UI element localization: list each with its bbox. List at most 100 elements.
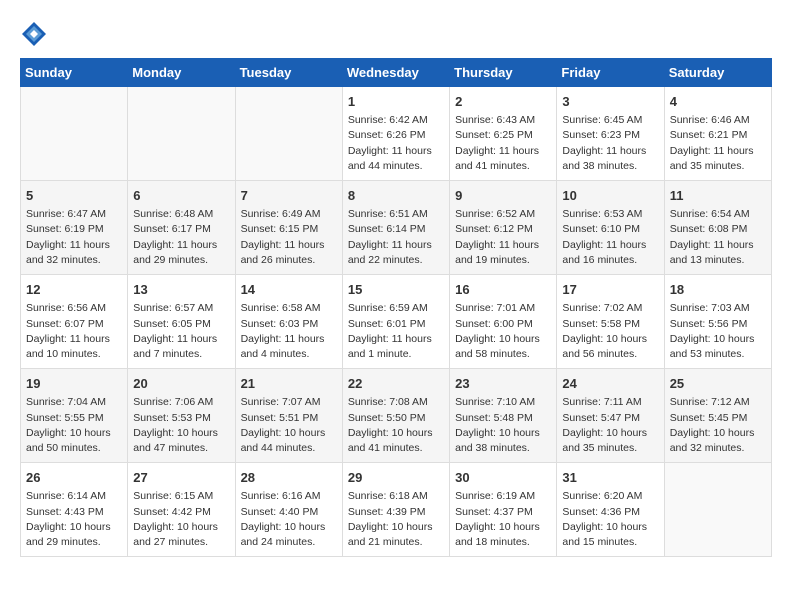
weekday-header-tuesday: Tuesday — [235, 59, 342, 87]
day-number: 6 — [133, 187, 229, 205]
day-info: Sunrise: 6:56 AM Sunset: 6:07 PM Dayligh… — [26, 301, 122, 362]
day-number: 25 — [670, 375, 766, 393]
day-number: 15 — [348, 281, 444, 299]
day-number: 28 — [241, 469, 337, 487]
day-number: 10 — [562, 187, 658, 205]
calendar-cell-3-1: 12 Sunrise: 6:56 AM Sunset: 6:07 PM Dayli… — [21, 275, 128, 369]
calendar-cell-2-3: 7 Sunrise: 6:49 AM Sunset: 6:15 PM Daylig… — [235, 181, 342, 275]
calendar-cell-4-3: 21 Sunrise: 7:07 AM Sunset: 5:51 PM Dayli… — [235, 369, 342, 463]
logo — [20, 20, 52, 48]
day-number: 18 — [670, 281, 766, 299]
page-header — [20, 20, 772, 48]
calendar-cell-5-7 — [664, 463, 771, 557]
day-info: Sunrise: 7:10 AM Sunset: 5:48 PM Dayligh… — [455, 395, 551, 456]
day-number: 31 — [562, 469, 658, 487]
day-number: 3 — [562, 93, 658, 111]
day-info: Sunrise: 6:48 AM Sunset: 6:17 PM Dayligh… — [133, 207, 229, 268]
day-info: Sunrise: 6:20 AM Sunset: 4:36 PM Dayligh… — [562, 489, 658, 550]
day-number: 8 — [348, 187, 444, 205]
day-number: 26 — [26, 469, 122, 487]
day-number: 11 — [670, 187, 766, 205]
day-info: Sunrise: 6:19 AM Sunset: 4:37 PM Dayligh… — [455, 489, 551, 550]
day-number: 21 — [241, 375, 337, 393]
day-info: Sunrise: 7:08 AM Sunset: 5:50 PM Dayligh… — [348, 395, 444, 456]
weekday-header-friday: Friday — [557, 59, 664, 87]
day-info: Sunrise: 7:01 AM Sunset: 6:00 PM Dayligh… — [455, 301, 551, 362]
day-number: 2 — [455, 93, 551, 111]
calendar-cell-4-5: 23Sunrise: 7:10 AM Sunset: 5:48 PM Dayli… — [450, 369, 557, 463]
day-info: Sunrise: 6:59 AM Sunset: 6:01 PM Dayligh… — [348, 301, 444, 362]
calendar-week-3: 12 Sunrise: 6:56 AM Sunset: 6:07 PM Dayli… — [21, 275, 772, 369]
day-number: 13 — [133, 281, 229, 299]
day-number: 19 — [26, 375, 122, 393]
calendar-cell-3-4: 15 Sunrise: 6:59 AM Sunset: 6:01 PM Dayli… — [342, 275, 449, 369]
calendar-week-2: 5 Sunrise: 6:47 AM Sunset: 6:19 PM Daylig… — [21, 181, 772, 275]
calendar-cell-3-7: 18 Sunrise: 7:03 AM Sunset: 5:56 PM Dayli… — [664, 275, 771, 369]
day-info: Sunrise: 6:47 AM Sunset: 6:19 PM Dayligh… — [26, 207, 122, 268]
calendar-cell-5-3: 28 Sunrise: 6:16 AM Sunset: 4:40 PM Dayli… — [235, 463, 342, 557]
calendar-cell-1-6: 3 Sunrise: 6:45 AM Sunset: 6:23 PM Daylig… — [557, 87, 664, 181]
day-number: 24 — [562, 375, 658, 393]
calendar-cell-5-1: 26 Sunrise: 6:14 AM Sunset: 4:43 PM Dayli… — [21, 463, 128, 557]
calendar-cell-2-2: 6 Sunrise: 6:48 AM Sunset: 6:17 PM Daylig… — [128, 181, 235, 275]
logo-icon — [20, 20, 48, 48]
day-info: Sunrise: 7:11 AM Sunset: 5:47 PM Dayligh… — [562, 395, 658, 456]
day-info: Sunrise: 7:12 AM Sunset: 5:45 PM Dayligh… — [670, 395, 766, 456]
day-info: Sunrise: 7:06 AM Sunset: 5:53 PM Dayligh… — [133, 395, 229, 456]
calendar-cell-5-6: 31 Sunrise: 6:20 AM Sunset: 4:36 PM Dayli… — [557, 463, 664, 557]
calendar-cell-1-5: 2 Sunrise: 6:43 AM Sunset: 6:25 PM Daylig… — [450, 87, 557, 181]
calendar-cell-5-4: 29Sunrise: 6:18 AM Sunset: 4:39 PM Dayli… — [342, 463, 449, 557]
day-info: Sunrise: 7:03 AM Sunset: 5:56 PM Dayligh… — [670, 301, 766, 362]
calendar-cell-2-4: 8 Sunrise: 6:51 AM Sunset: 6:14 PM Daylig… — [342, 181, 449, 275]
day-info: Sunrise: 7:04 AM Sunset: 5:55 PM Dayligh… — [26, 395, 122, 456]
day-number: 27 — [133, 469, 229, 487]
calendar-cell-2-6: 10 Sunrise: 6:53 AM Sunset: 6:10 PM Dayli… — [557, 181, 664, 275]
calendar-cell-1-2 — [128, 87, 235, 181]
calendar-cell-4-1: 19 Sunrise: 7:04 AM Sunset: 5:55 PM Dayli… — [21, 369, 128, 463]
day-info: Sunrise: 6:42 AM Sunset: 6:26 PM Dayligh… — [348, 113, 444, 174]
calendar-cell-1-7: 4 Sunrise: 6:46 AM Sunset: 6:21 PM Daylig… — [664, 87, 771, 181]
day-number: 14 — [241, 281, 337, 299]
calendar-cell-4-2: 20 Sunrise: 7:06 AM Sunset: 5:53 PM Dayli… — [128, 369, 235, 463]
weekday-header-row: SundayMondayTuesdayWednesdayThursdayFrid… — [21, 59, 772, 87]
calendar-cell-2-5: 9Sunrise: 6:52 AM Sunset: 6:12 PM Daylig… — [450, 181, 557, 275]
day-info: Sunrise: 6:57 AM Sunset: 6:05 PM Dayligh… — [133, 301, 229, 362]
day-info: Sunrise: 6:14 AM Sunset: 4:43 PM Dayligh… — [26, 489, 122, 550]
calendar-cell-4-4: 22 Sunrise: 7:08 AM Sunset: 5:50 PM Dayli… — [342, 369, 449, 463]
day-info: Sunrise: 6:46 AM Sunset: 6:21 PM Dayligh… — [670, 113, 766, 174]
day-info: Sunrise: 7:02 AM Sunset: 5:58 PM Dayligh… — [562, 301, 658, 362]
day-number: 12 — [26, 281, 122, 299]
calendar-cell-1-1 — [21, 87, 128, 181]
weekday-header-thursday: Thursday — [450, 59, 557, 87]
weekday-header-monday: Monday — [128, 59, 235, 87]
day-number: 1 — [348, 93, 444, 111]
day-info: Sunrise: 6:52 AM Sunset: 6:12 PM Dayligh… — [455, 207, 551, 268]
day-info: Sunrise: 6:15 AM Sunset: 4:42 PM Dayligh… — [133, 489, 229, 550]
calendar-cell-3-2: 13 Sunrise: 6:57 AM Sunset: 6:05 PM Dayli… — [128, 275, 235, 369]
day-info: Sunrise: 6:54 AM Sunset: 6:08 PM Dayligh… — [670, 207, 766, 268]
calendar-cell-2-1: 5 Sunrise: 6:47 AM Sunset: 6:19 PM Daylig… — [21, 181, 128, 275]
day-info: Sunrise: 6:58 AM Sunset: 6:03 PM Dayligh… — [241, 301, 337, 362]
calendar-cell-1-3 — [235, 87, 342, 181]
calendar-table: SundayMondayTuesdayWednesdayThursdayFrid… — [20, 58, 772, 557]
calendar-cell-2-7: 11 Sunrise: 6:54 AM Sunset: 6:08 PM Dayli… — [664, 181, 771, 275]
day-info: Sunrise: 6:43 AM Sunset: 6:25 PM Dayligh… — [455, 113, 551, 174]
day-number: 5 — [26, 187, 122, 205]
calendar-week-4: 19 Sunrise: 7:04 AM Sunset: 5:55 PM Dayli… — [21, 369, 772, 463]
day-number: 22 — [348, 375, 444, 393]
day-number: 30 — [455, 469, 551, 487]
day-info: Sunrise: 7:07 AM Sunset: 5:51 PM Dayligh… — [241, 395, 337, 456]
day-number: 4 — [670, 93, 766, 111]
day-info: Sunrise: 6:49 AM Sunset: 6:15 PM Dayligh… — [241, 207, 337, 268]
day-info: Sunrise: 6:18 AM Sunset: 4:39 PM Dayligh… — [348, 489, 444, 550]
day-number: 7 — [241, 187, 337, 205]
calendar-week-1: 1 Sunrise: 6:42 AM Sunset: 6:26 PM Daylig… — [21, 87, 772, 181]
calendar-cell-3-5: 16Sunrise: 7:01 AM Sunset: 6:00 PM Dayli… — [450, 275, 557, 369]
day-number: 20 — [133, 375, 229, 393]
calendar-cell-4-7: 25 Sunrise: 7:12 AM Sunset: 5:45 PM Dayli… — [664, 369, 771, 463]
day-info: Sunrise: 6:45 AM Sunset: 6:23 PM Dayligh… — [562, 113, 658, 174]
weekday-header-sunday: Sunday — [21, 59, 128, 87]
day-info: Sunrise: 6:51 AM Sunset: 6:14 PM Dayligh… — [348, 207, 444, 268]
day-info: Sunrise: 6:16 AM Sunset: 4:40 PM Dayligh… — [241, 489, 337, 550]
day-info: Sunrise: 6:53 AM Sunset: 6:10 PM Dayligh… — [562, 207, 658, 268]
